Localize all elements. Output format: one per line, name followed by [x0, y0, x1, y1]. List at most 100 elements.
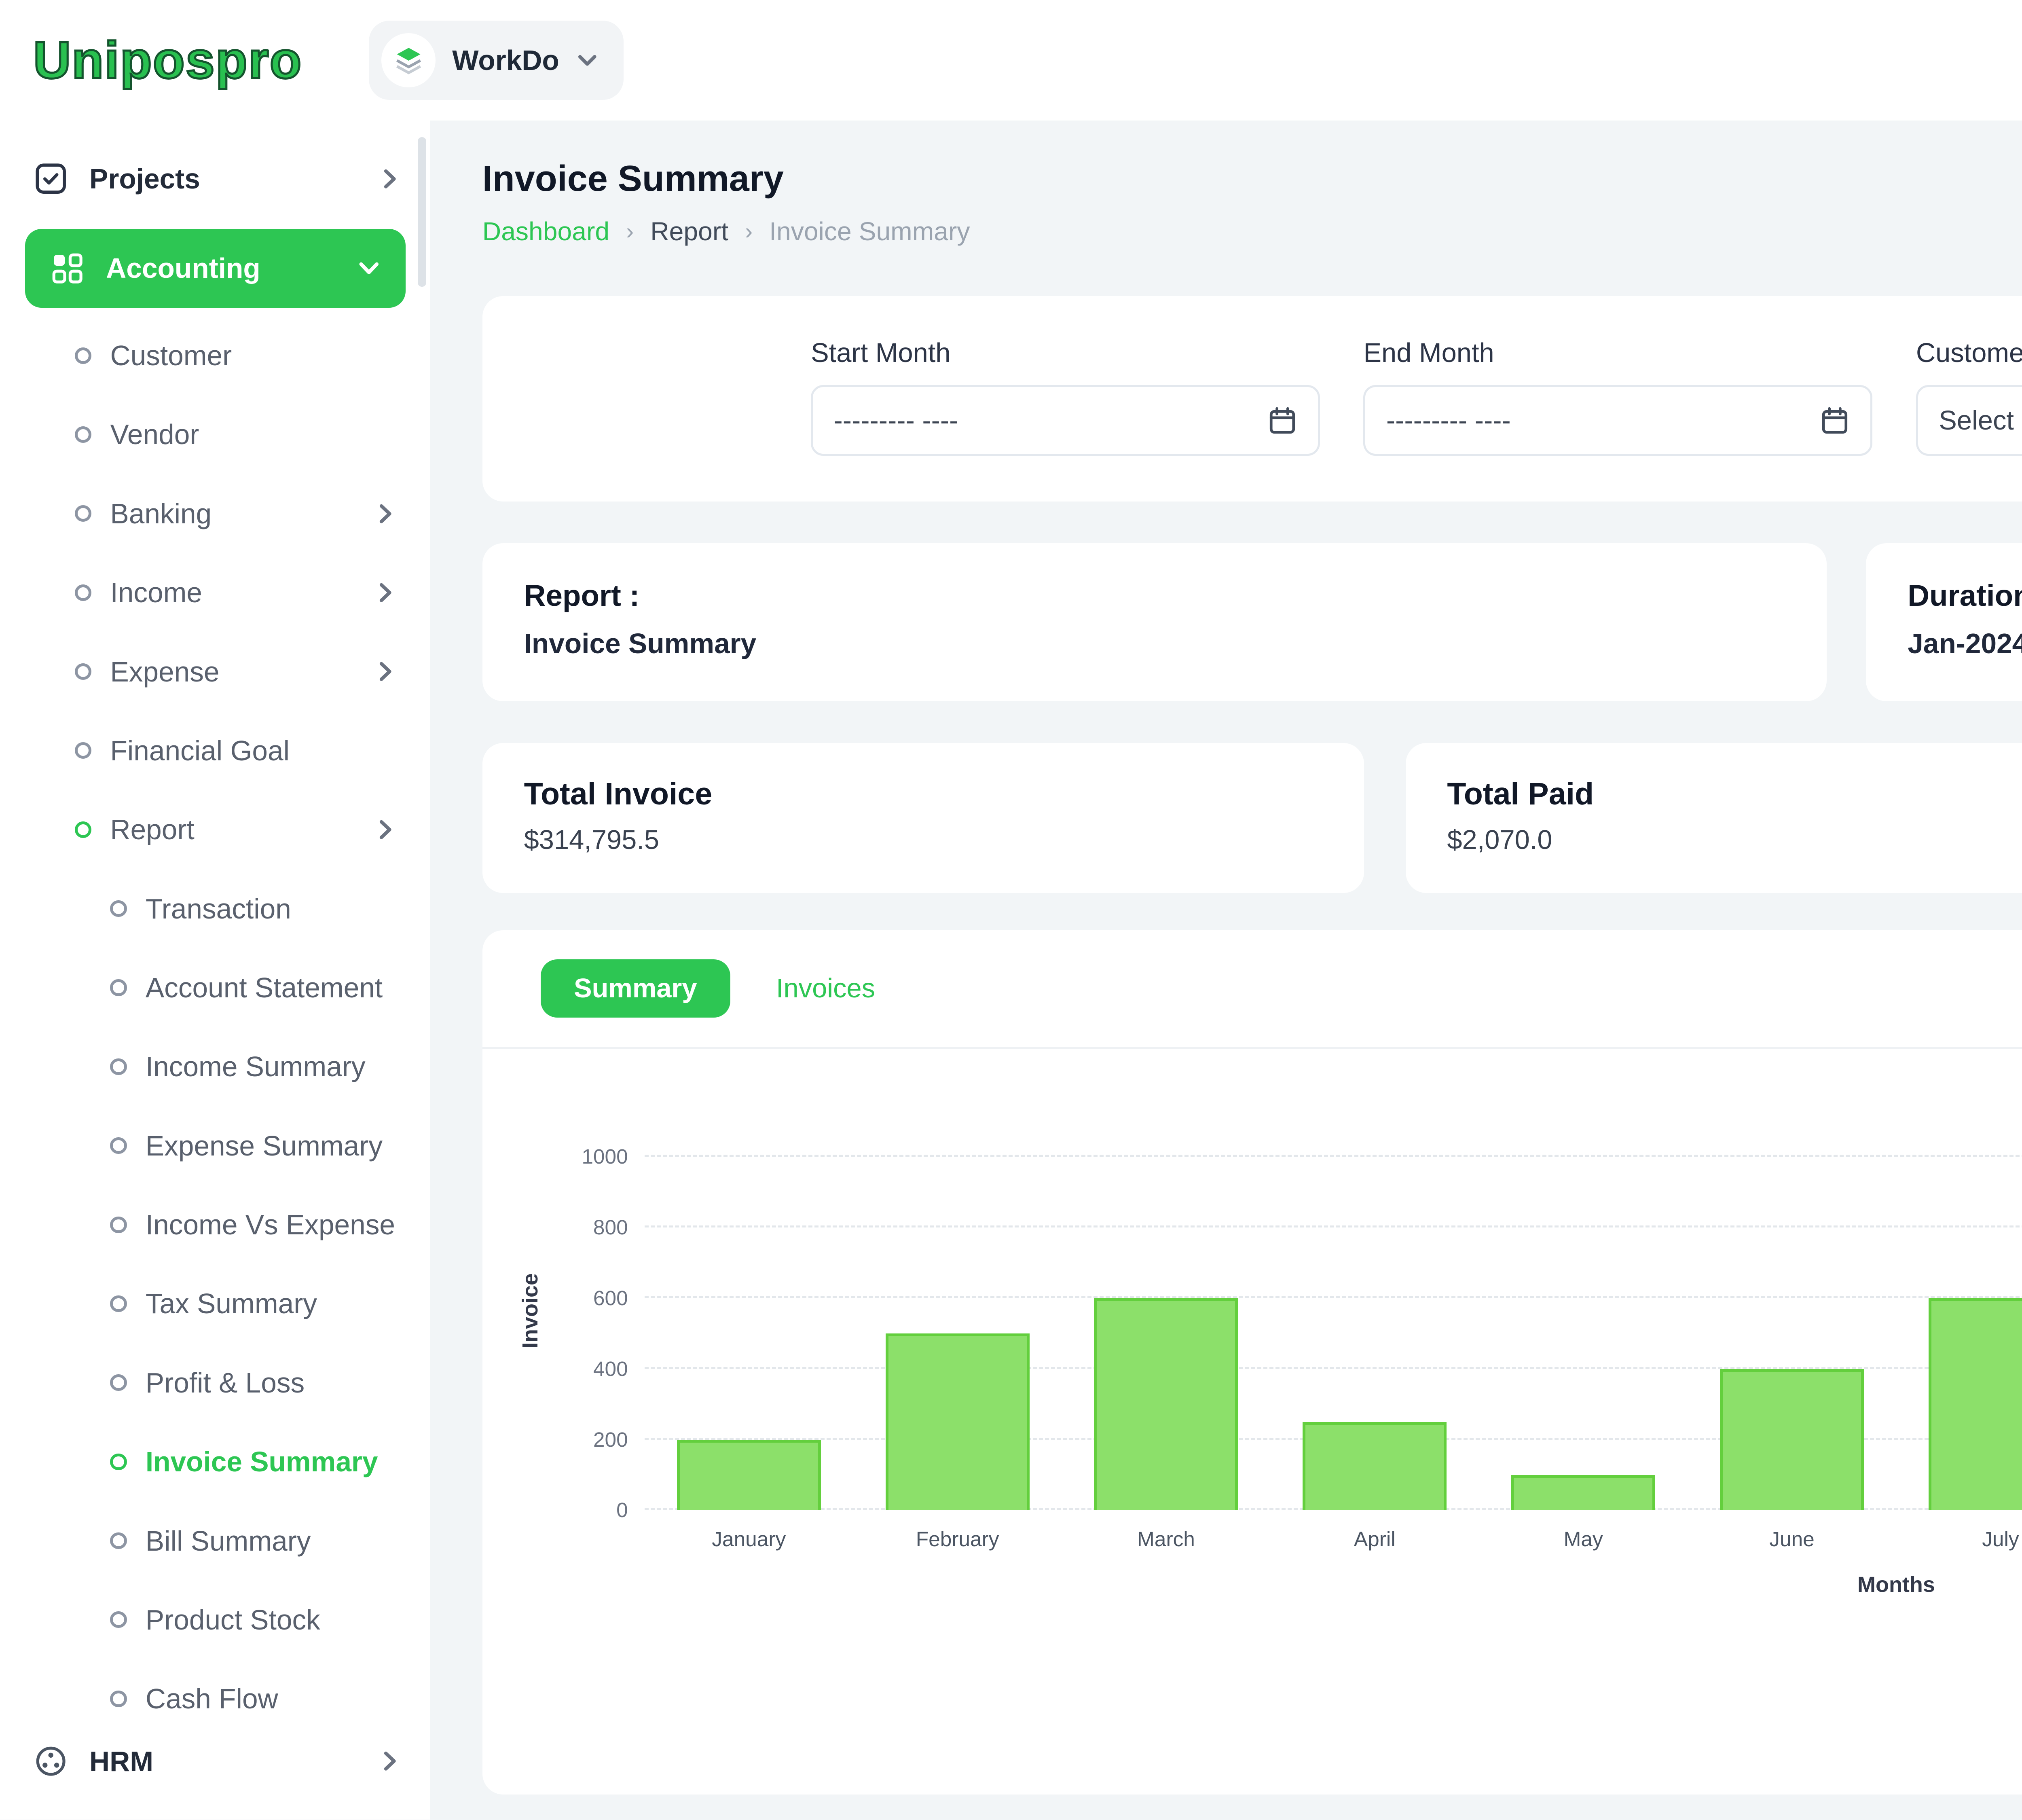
- x-tick-label: January: [712, 1527, 786, 1551]
- chevron-right-icon: [374, 660, 397, 683]
- end-month-label: End Month: [1363, 338, 1494, 368]
- chart-card: Summary Invoices Invoice 0 200 400 600 800 10…: [482, 930, 2022, 1795]
- bullet-icon: [75, 426, 92, 443]
- sidebar-item-vendor[interactable]: Vendor: [0, 395, 430, 474]
- filter-card: Start Month --------- ---- End Month ---…: [482, 296, 2022, 502]
- sidebar-item-hrm[interactable]: HRM: [0, 1720, 430, 1803]
- bars: [645, 1111, 2022, 1511]
- bullet-icon: [110, 1295, 127, 1312]
- bar-slot: [853, 1111, 1062, 1511]
- workspace-switcher[interactable]: WorkDo: [369, 21, 624, 100]
- y-tick-label: 400: [593, 1357, 628, 1380]
- sidebar-item-label: Accounting: [106, 252, 260, 284]
- sidebar-item-projects[interactable]: Projects: [0, 137, 430, 220]
- x-tick-label: July: [1982, 1527, 2019, 1551]
- end-month-value: --------- ----: [1386, 405, 1511, 436]
- y-tick-label: 0: [616, 1498, 628, 1522]
- bar-slot: [1062, 1111, 1271, 1511]
- sidebar-item-label: Income Vs Expense: [145, 1209, 396, 1241]
- sidebar-item-label: Expense: [110, 656, 220, 688]
- end-month-field: End Month --------- ----: [1363, 338, 1872, 456]
- customer-select[interactable]: Select Customer: [1916, 385, 2022, 456]
- tab-invoices[interactable]: Invoices: [776, 973, 875, 1004]
- y-tick-label: 200: [593, 1427, 628, 1451]
- bullet-icon: [110, 1216, 127, 1233]
- x-tick-label: February: [916, 1527, 999, 1551]
- stats-row: Total Invoice $314,795.5 Total Paid $2,0…: [482, 743, 2022, 893]
- sidebar-item-expense[interactable]: Expense: [0, 632, 430, 711]
- bar-march[interactable]: [1094, 1298, 1238, 1511]
- workspace-name: WorkDo: [452, 44, 559, 76]
- hrm-icon: [33, 1744, 68, 1779]
- sidebar-item-cash-flow[interactable]: Cash Flow: [0, 1659, 430, 1720]
- duration-card: Duration : Jan-2024 to Dec-2024: [1866, 543, 2022, 702]
- sidebar-item-label: Account Statement: [145, 971, 383, 1003]
- stat-value: $314,795.5: [524, 825, 660, 855]
- duration-card-label: Duration :: [1908, 579, 2022, 613]
- customer-field: Customer Select Customer: [1916, 338, 2022, 456]
- sidebar-item-label: Banking: [110, 497, 212, 529]
- x-tick-label: March: [1137, 1527, 1195, 1551]
- sidebar-nav: Projects Accounting Customer Vendor Bankin…: [0, 137, 430, 1720]
- bar-june[interactable]: [1720, 1369, 1864, 1511]
- sidebar-item-label: Profit & Loss: [145, 1367, 305, 1399]
- bar-february[interactable]: [885, 1333, 1030, 1511]
- sidebar-item-banking[interactable]: Banking: [0, 474, 430, 553]
- sidebar-scrollbar[interactable]: [418, 137, 426, 287]
- bar-july[interactable]: [1928, 1298, 2022, 1511]
- y-axis-title-wrap: Invoice: [507, 1111, 553, 1510]
- bar-slot: [645, 1111, 853, 1511]
- summary-cards: Report : Invoice Summary Duration : Jan-…: [482, 543, 2022, 702]
- report-card-label: Report :: [524, 579, 640, 613]
- sidebar-item-label: Report: [110, 814, 195, 846]
- main-content: Invoice Summary Dashboard › Report › Inv…: [430, 121, 2022, 1820]
- breadcrumb-dashboard[interactable]: Dashboard: [482, 216, 609, 246]
- stat-label: Total Paid: [1447, 777, 1594, 812]
- sidebar-item-tax-summary[interactable]: Tax Summary: [0, 1264, 430, 1343]
- calendar-icon: [1820, 406, 1849, 435]
- x-tick-label: June: [1769, 1527, 1815, 1551]
- sidebar-item-expense-summary[interactable]: Expense Summary: [0, 1106, 430, 1185]
- sidebar-item-label: Expense Summary: [145, 1130, 383, 1162]
- sidebar-item-income-vs-expense[interactable]: Income Vs Expense: [0, 1185, 430, 1264]
- start-month-field: Start Month --------- ----: [811, 338, 1320, 456]
- sidebar-item-transaction[interactable]: Transaction: [0, 869, 430, 948]
- workspace-logo-icon: [381, 33, 436, 87]
- bullet-icon: [75, 663, 92, 680]
- total-invoice-card: Total Invoice $314,795.5: [482, 743, 1364, 893]
- sidebar-item-report[interactable]: Report: [0, 790, 430, 869]
- bullet-icon: [110, 1137, 127, 1154]
- chevron-right-icon: [379, 167, 402, 190]
- sidebar-item-invoice-summary[interactable]: Invoice Summary: [0, 1422, 430, 1501]
- sidebar-item-bill-summary[interactable]: Bill Summary: [0, 1501, 430, 1580]
- sidebar-item-income-summary[interactable]: Income Summary: [0, 1027, 430, 1106]
- sidebar-item-customer[interactable]: Customer: [0, 316, 430, 395]
- brand-logo[interactable]: Unipospro: [32, 30, 302, 90]
- end-month-input[interactable]: --------- ----: [1363, 385, 1872, 456]
- bar-may[interactable]: [1511, 1475, 1656, 1511]
- chart-tabs: Summary Invoices: [482, 930, 2022, 1049]
- bullet-icon: [75, 821, 92, 838]
- sidebar-item-account-statement[interactable]: Account Statement: [0, 948, 430, 1027]
- breadcrumb-report[interactable]: Report: [650, 216, 728, 246]
- total-paid-card: Total Paid $2,070.0: [1405, 743, 2022, 893]
- tab-summary[interactable]: Summary: [540, 959, 730, 1018]
- sidebar-item-income[interactable]: Income: [0, 553, 430, 632]
- bar-slot: [1688, 1111, 1896, 1511]
- sidebar-item-label: Income: [110, 577, 203, 609]
- sidebar: Projects Accounting Customer Vendor Bankin…: [0, 121, 431, 1820]
- sidebar-item-accounting[interactable]: Accounting: [25, 229, 406, 308]
- sidebar-item-product-stock[interactable]: Product Stock: [0, 1580, 430, 1659]
- sidebar-item-profit-loss[interactable]: Profit & Loss: [0, 1343, 430, 1422]
- bar-january[interactable]: [677, 1439, 821, 1511]
- stat-label: Total Invoice: [524, 777, 713, 812]
- bullet-icon: [110, 1532, 127, 1549]
- start-month-value: --------- ----: [833, 405, 958, 436]
- sidebar-item-label: Invoice Summary: [145, 1446, 378, 1478]
- bar-april[interactable]: [1303, 1422, 1447, 1511]
- bullet-icon: [110, 1611, 127, 1628]
- invoice-bar-chart: Invoice 0 200 400 600 800 1000 January Februar…: [482, 1049, 2022, 1630]
- start-month-input[interactable]: --------- ----: [811, 385, 1320, 456]
- bar-slot: [1270, 1111, 1479, 1511]
- sidebar-item-financial-goal[interactable]: Financial Goal: [0, 711, 430, 790]
